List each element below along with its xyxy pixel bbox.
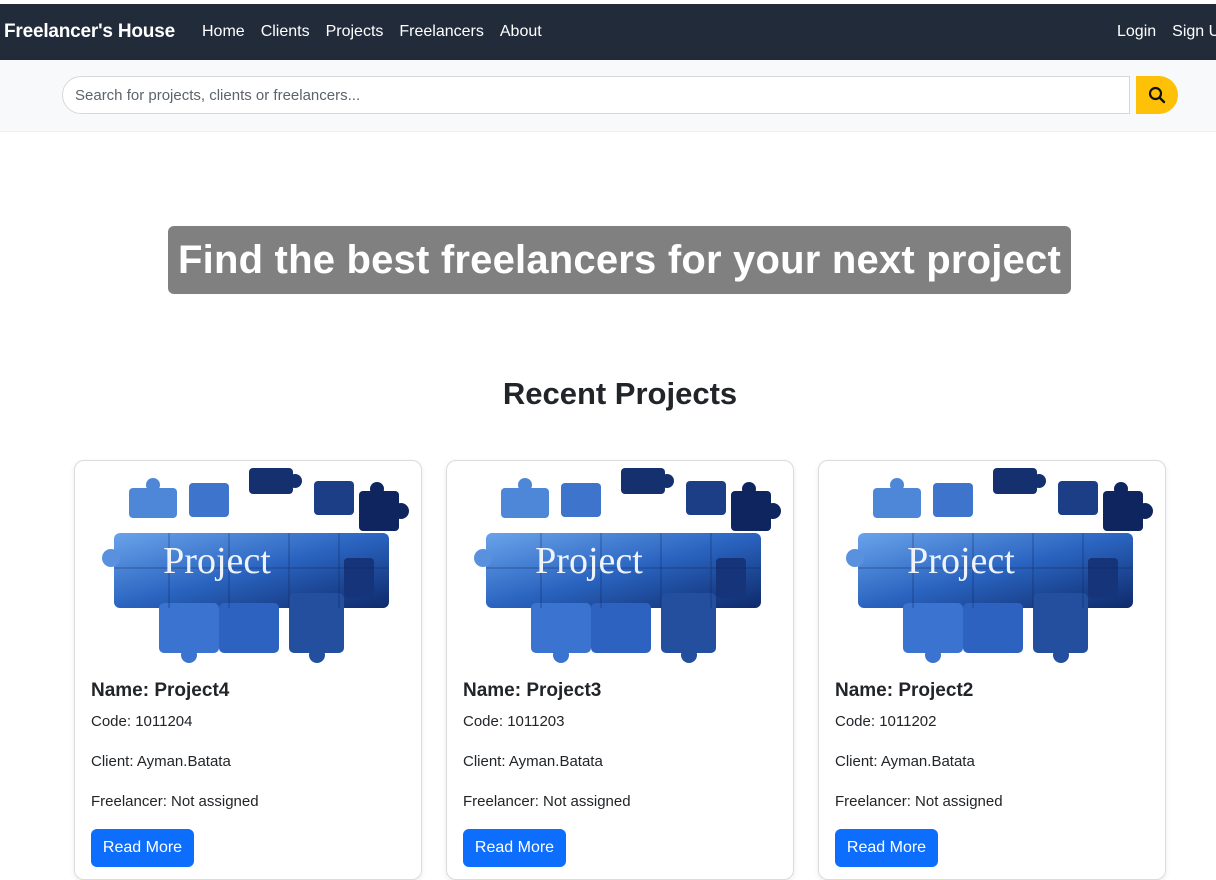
signup-link[interactable]: Sign Up [1172,23,1216,41]
project-name: Name: Project2 [835,680,974,701]
recent-projects-title: Recent Projects [502,376,738,411]
read-more-button[interactable]: Read More [91,829,194,867]
nav-link-clients[interactable]: Clients [261,23,310,41]
login-link[interactable]: Login [1117,23,1156,41]
nav-link-about[interactable]: About [500,23,542,41]
svg-text:Project: Project [163,540,271,582]
project-image: Project [101,467,410,664]
nav-link-freelancers[interactable]: Freelancers [399,23,483,41]
project-freelancer: Freelancer: Not assigned [835,793,1003,810]
project-freelancer: Freelancer: Not assigned [463,793,631,810]
svg-text:Project: Project [535,540,643,582]
project-card: Project Name: Project3 Code: 1011203 Cli… [446,460,794,880]
project-card: Project Name: Project2 Code: 1011202 Cli… [818,460,1166,880]
project-client: Client: Ayman.Batata [91,753,231,770]
project-code: Code: 1011204 [91,713,193,730]
navbar: Freelancer's House Home Clients Projects… [0,4,1216,60]
search-button[interactable] [1136,76,1178,114]
project-client: Client: Ayman.Batata [835,753,975,770]
project-name: Name: Project4 [91,680,230,701]
read-more-button[interactable]: Read More [463,829,566,867]
svg-text:Project: Project [907,540,1015,582]
project-name: Name: Project3 [463,680,602,701]
nav-links: Home Clients Projects Freelancers About [202,23,542,41]
hero-title: Find the best freelancers for your next … [178,237,1061,282]
project-image: Project [845,467,1154,664]
nav-auth: Login Sign Up [1117,23,1216,41]
project-freelancer: Freelancer: Not assigned [91,793,259,810]
project-image: Project [473,467,782,664]
project-client: Client: Ayman.Batata [463,753,603,770]
search-input[interactable] [62,76,1130,114]
read-more-button[interactable]: Read More [835,829,938,867]
project-code: Code: 1011202 [835,713,937,730]
nav-link-home[interactable]: Home [202,23,245,41]
nav-link-projects[interactable]: Projects [326,23,384,41]
brand-logo[interactable]: Freelancer's House [4,21,175,43]
project-code: Code: 1011203 [463,713,565,730]
search-bar [0,60,1216,132]
hero-banner: Find the best freelancers for your next … [168,226,1071,294]
search-icon [1148,86,1166,104]
project-card: Project Name: Project4 Code: 1011204 Cli… [74,460,422,880]
